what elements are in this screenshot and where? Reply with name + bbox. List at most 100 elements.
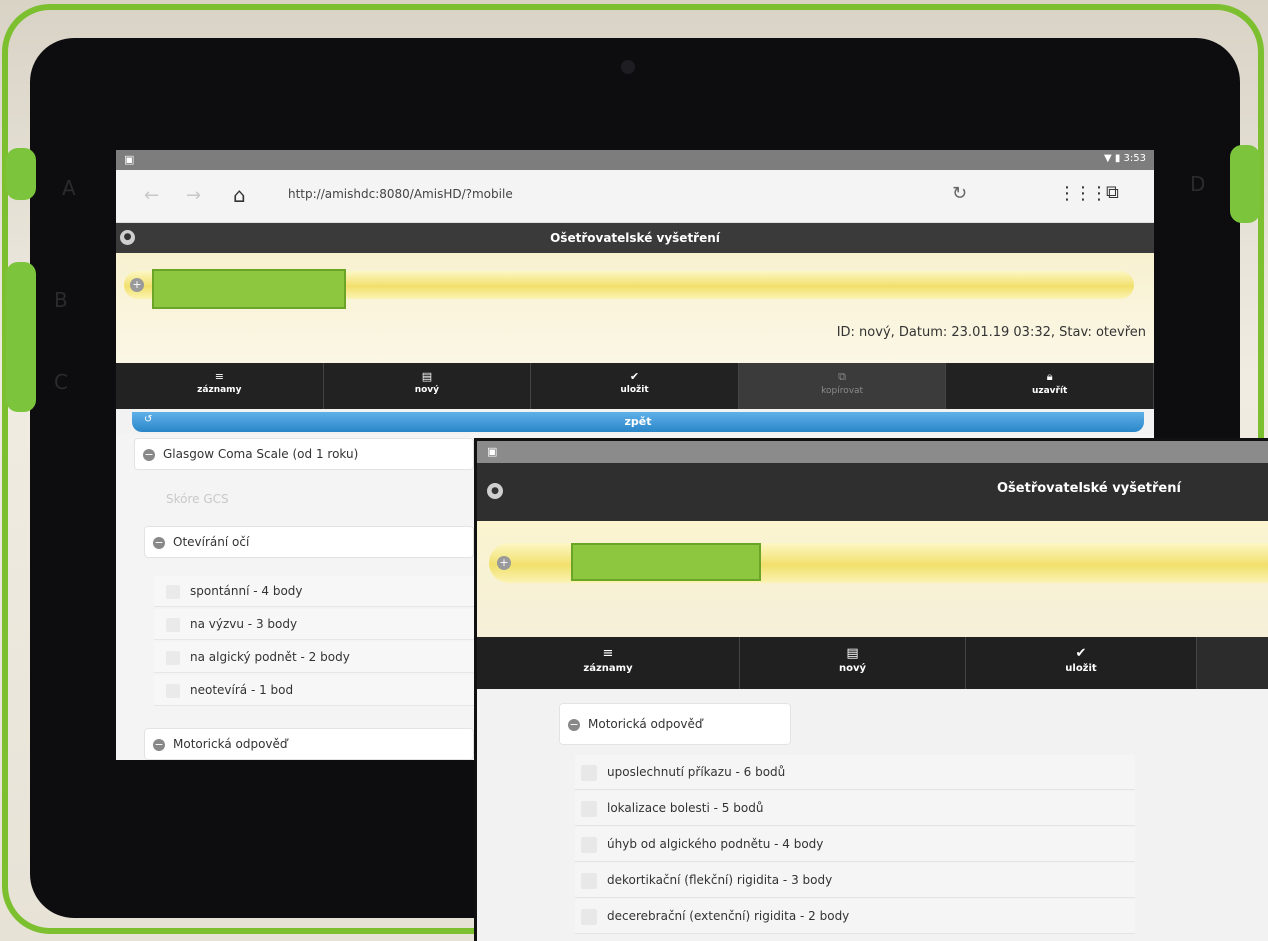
option-label: uposlechnutí příkazu - 6 bodů — [607, 765, 786, 779]
motor-option[interactable]: uposlechnutí příkazu - 6 bodů — [575, 755, 1135, 790]
tablet-device: A B C D ▣ ▼ ▮ 3:53 ← → ⌂ http://amishdc:… — [0, 0, 1268, 941]
apps-grid-icon[interactable]: ⋮⋮⋮ — [1058, 183, 1108, 204]
toolbar-copy-button[interactable]: ⧉ kopírovat — [738, 363, 947, 409]
home-icon[interactable]: ⌂ — [233, 183, 246, 207]
battery-icon: ▮ — [1114, 153, 1121, 164]
url-field[interactable]: http://amishdc:8080/AmisHD/?mobile — [288, 187, 513, 201]
checkbox[interactable] — [166, 683, 180, 698]
toolbar-records-button[interactable]: ≡ záznamy — [477, 637, 740, 689]
notification-icon: ▣ — [487, 445, 498, 458]
motor-group-label: Motorická odpověď — [588, 717, 703, 731]
home-circle-icon[interactable]: ● — [487, 483, 503, 499]
copy-icon: ⧉ — [838, 370, 846, 383]
notification-icon: ▣ — [124, 153, 135, 166]
motor-group-header[interactable]: − Motorická odpověď — [559, 703, 791, 745]
redacted-patient-name — [152, 269, 346, 309]
side-button-left-top — [6, 148, 36, 200]
motor-option[interactable]: dekortikační (flekční) rigidita - 3 body — [575, 863, 1135, 898]
form-content: − Motorická odpověď uposlechnutí příkazu … — [477, 689, 1268, 941]
gcs-score-label: Skóre GCS — [166, 492, 229, 506]
minus-circle-icon: − — [153, 737, 165, 751]
checkbox[interactable] — [166, 584, 180, 599]
list-icon: ≡ — [602, 646, 614, 661]
checkbox[interactable] — [166, 650, 180, 665]
document-icon: ▤ — [421, 370, 433, 383]
check-icon: ✔ — [1075, 646, 1087, 661]
android-status-bar: ▣ — [477, 441, 1268, 463]
eye-option[interactable]: na výzvu - 3 body — [154, 609, 514, 640]
checkbox[interactable] — [166, 617, 180, 632]
toolbar-new-button[interactable]: ▤ nový — [324, 363, 532, 409]
check-icon: ✔ — [629, 370, 640, 383]
toolbar-next-button[interactable] — [1197, 637, 1268, 689]
toolbar-label: nový — [838, 663, 867, 674]
wifi-icon: ▼ — [1103, 153, 1112, 164]
side-button-right — [1230, 145, 1260, 223]
option-label: neotevírá - 1 bod — [190, 683, 294, 697]
toolbar-close-button[interactable]: 🔒︎ uzavřít — [946, 363, 1154, 409]
toolbar-label: záznamy — [583, 663, 633, 674]
option-label: lokalizace bolesti - 5 bodů — [607, 801, 764, 815]
gcs-group-header[interactable]: − Glasgow Coma Scale (od 1 roku) — [134, 438, 474, 470]
eye-option[interactable]: spontánní - 4 body — [154, 576, 514, 607]
motor-option[interactable]: úhyb od algického podnětu - 4 body — [575, 827, 1135, 862]
document-icon: ▤ — [846, 646, 859, 661]
toolbar-records-button[interactable]: ≡ záznamy — [116, 363, 324, 409]
toolbar-label: uzavřít — [1031, 386, 1068, 396]
patient-panel: + — [477, 521, 1268, 637]
option-label: na algický podnět - 2 body — [190, 650, 350, 664]
redacted-patient-name — [571, 543, 761, 581]
toolbar-label: záznamy — [197, 385, 242, 395]
eyes-group-header[interactable]: − Otevírání očí — [144, 526, 474, 558]
side-button-left-bottom — [6, 262, 36, 412]
checkbox[interactable] — [581, 872, 597, 889]
reload-icon[interactable]: ↻ — [952, 183, 967, 204]
browser-toolbar: ← → ⌂ http://amishdc:8080/AmisHD/?mobile… — [116, 170, 1154, 223]
app-header: ● Ošetřovatelské vyšetření — [116, 223, 1154, 253]
plus-circle-icon[interactable]: + — [497, 556, 511, 570]
back-button[interactable]: ↺ zpět — [132, 412, 1144, 432]
motor-group-header[interactable]: − Motorická odpověď — [144, 728, 474, 760]
toolbar-label: nový — [414, 385, 440, 395]
app-header: ● Ošetřovatelské vyšetření — [477, 463, 1268, 521]
patient-panel: + ID: nový, Datum: 23.01.19 03:32, Stav:… — [116, 253, 1154, 363]
plus-circle-icon[interactable]: + — [130, 278, 144, 292]
zoomed-screenshot: ▣ ● Ošetřovatelské vyšetření + ≡ záznamy… — [474, 438, 1268, 941]
status-time: 3:53 — [1123, 153, 1146, 164]
checkbox[interactable] — [581, 800, 597, 817]
minus-circle-icon: − — [568, 717, 580, 731]
status-indicators: ▼ ▮ 3:53 — [1104, 153, 1146, 164]
checkbox[interactable] — [581, 764, 597, 781]
side-letter-d: D — [1190, 172, 1206, 196]
side-letter-c: C — [54, 370, 68, 394]
gcs-group-label: Glasgow Coma Scale (od 1 roku) — [163, 447, 359, 461]
record-toolbar: ≡ záznamy ▤ nový ✔ uložit — [477, 637, 1268, 689]
eye-option[interactable]: neotevírá - 1 bod — [154, 675, 514, 706]
forward-arrow-icon[interactable]: → — [186, 185, 201, 206]
camera-icon — [621, 60, 635, 74]
record-info: ID: nový, Datum: 23.01.19 03:32, Stav: o… — [836, 325, 1146, 340]
toolbar-label: uložit — [620, 385, 649, 395]
toolbar-save-button[interactable]: ✔ uložit — [966, 637, 1197, 689]
toolbar-new-button[interactable]: ▤ nový — [740, 637, 966, 689]
eye-option[interactable]: na algický podnět - 2 body — [154, 642, 514, 673]
motor-option[interactable]: lokalizace bolesti - 5 bodů — [575, 791, 1135, 826]
option-label: spontánní - 4 body — [190, 584, 303, 598]
toolbar-label: uložit — [1065, 663, 1097, 674]
option-label: decerebrační (extenční) rigidita - 2 bod… — [607, 909, 850, 923]
toolbar-save-button[interactable]: ✔ uložit — [531, 363, 739, 409]
checkbox[interactable] — [581, 836, 597, 853]
option-label: úhyb od algického podnětu - 4 body — [607, 837, 824, 851]
toolbar-label: kopírovat — [821, 386, 864, 396]
lock-icon: 🔒︎ — [1046, 370, 1053, 383]
eyes-group-label: Otevírání očí — [173, 535, 250, 549]
back-arrow-icon[interactable]: ← — [144, 185, 159, 206]
option-label: dekortikační (flekční) rigidita - 3 body — [607, 873, 833, 887]
motor-option[interactable]: decerebrační (extenční) rigidita - 2 bod… — [575, 899, 1135, 934]
side-letter-b: B — [54, 288, 68, 312]
checkbox[interactable] — [581, 908, 597, 925]
list-icon: ≡ — [214, 370, 224, 383]
tabs-icon[interactable]: ⧉ — [1106, 182, 1119, 203]
back-button-label: zpět — [624, 415, 652, 428]
side-letter-a: A — [62, 176, 76, 200]
